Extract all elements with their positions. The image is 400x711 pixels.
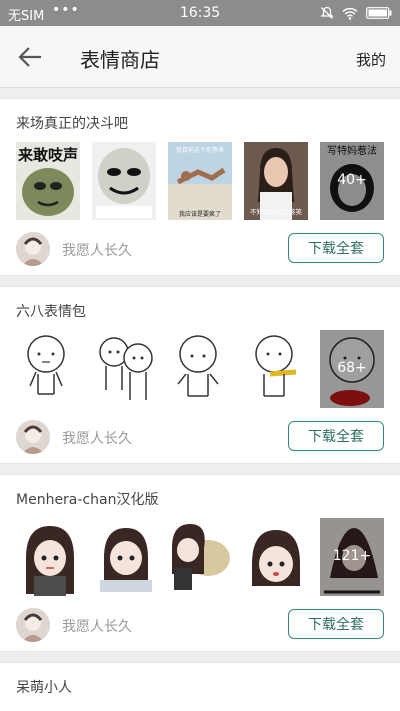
sticker-thumbnail[interactable] <box>244 330 308 408</box>
sticker-pack-card[interactable]: 六八表情包 68+ 我愿人长久 下载全套 <box>0 286 400 464</box>
wifi-icon <box>342 7 358 20</box>
pack-list[interactable]: 来场真正的决斗吧 来敢吱声 我目前这个形势来 我应该是要疯了 不知该哭还是该笑 写… <box>0 88 400 711</box>
mute-bell-icon <box>320 6 334 19</box>
sticker-thumbnail[interactable] <box>168 518 232 596</box>
author-avatar[interactable] <box>16 420 50 454</box>
svg-text:不知该哭还是该笑: 不知该哭还是该笑 <box>250 207 303 216</box>
sticker-pack-card[interactable]: 呆萌小人 <box>0 662 400 711</box>
author-avatar[interactable] <box>16 608 50 642</box>
battery-icon <box>366 7 392 19</box>
download-all-button[interactable]: 下载全套 <box>288 421 384 451</box>
sticker-thumbnail[interactable] <box>168 330 232 408</box>
sticker-thumbnails: 68+ <box>16 330 384 408</box>
status-icons <box>320 6 392 20</box>
sticker-thumbnails: 121+ <box>16 518 384 596</box>
sticker-thumbnail[interactable]: 来敢吱声 <box>16 142 80 220</box>
sticker-thumbnail[interactable] <box>16 330 80 408</box>
my-button[interactable]: 我的 <box>356 49 386 70</box>
svg-text:我应该是要疯了: 我应该是要疯了 <box>179 210 221 218</box>
svg-text:我目前这个形势来: 我目前这个形势来 <box>176 146 224 154</box>
author-name: 我愿人长久 <box>62 619 132 635</box>
sticker-thumbnail[interactable]: 我目前这个形势来 我应该是要疯了 <box>168 142 232 220</box>
pack-title: 呆萌小人 <box>16 680 72 696</box>
app-bar: 表情商店 我的 <box>0 26 400 88</box>
status-bar: 无SIM ••• 16:35 <box>0 0 400 26</box>
sticker-pack-card[interactable]: 来场真正的决斗吧 来敢吱声 我目前这个形势来 我应该是要疯了 不知该哭还是该笑 写… <box>0 98 400 276</box>
pack-title: Menhera-chan汉化版 <box>16 492 159 508</box>
more-count: 121+ <box>332 548 372 564</box>
more-count: 40+ <box>337 172 367 188</box>
author-avatar[interactable] <box>16 232 50 266</box>
svg-text:来敢吱声: 来敢吱声 <box>17 146 78 164</box>
sticker-thumbnails: 来敢吱声 我目前这个形势来 我应该是要疯了 不知该哭还是该笑 写特妈惹法 40+ <box>16 142 384 220</box>
sticker-thumbnail[interactable] <box>92 142 156 220</box>
download-all-button[interactable]: 下载全套 <box>288 233 384 263</box>
page-title: 表情商店 <box>80 48 160 72</box>
svg-text:写特妈惹法: 写特妈惹法 <box>327 144 377 157</box>
sticker-thumbnail[interactable] <box>92 330 156 408</box>
pack-title: 来场真正的决斗吧 <box>16 116 128 132</box>
sticker-thumbnail-more[interactable]: 写特妈惹法 40+ <box>320 142 384 220</box>
author-name: 我愿人长久 <box>62 243 132 259</box>
sticker-thumbnail[interactable] <box>16 518 80 596</box>
sticker-thumbnail-more[interactable]: 121+ <box>320 518 384 596</box>
download-all-button[interactable]: 下载全套 <box>288 609 384 639</box>
sticker-thumbnail[interactable]: 不知该哭还是该笑 <box>244 142 308 220</box>
more-count: 68+ <box>337 360 367 376</box>
author-name: 我愿人长久 <box>62 431 132 447</box>
back-arrow-icon[interactable] <box>16 44 44 70</box>
sticker-thumbnail[interactable] <box>92 518 156 596</box>
sticker-thumbnail-more[interactable]: 68+ <box>320 330 384 408</box>
pack-title: 六八表情包 <box>16 304 86 320</box>
sticker-pack-card[interactable]: Menhera-chan汉化版 121+ 我愿人长久 下载全套 <box>0 474 400 652</box>
sticker-thumbnail[interactable] <box>244 518 308 596</box>
